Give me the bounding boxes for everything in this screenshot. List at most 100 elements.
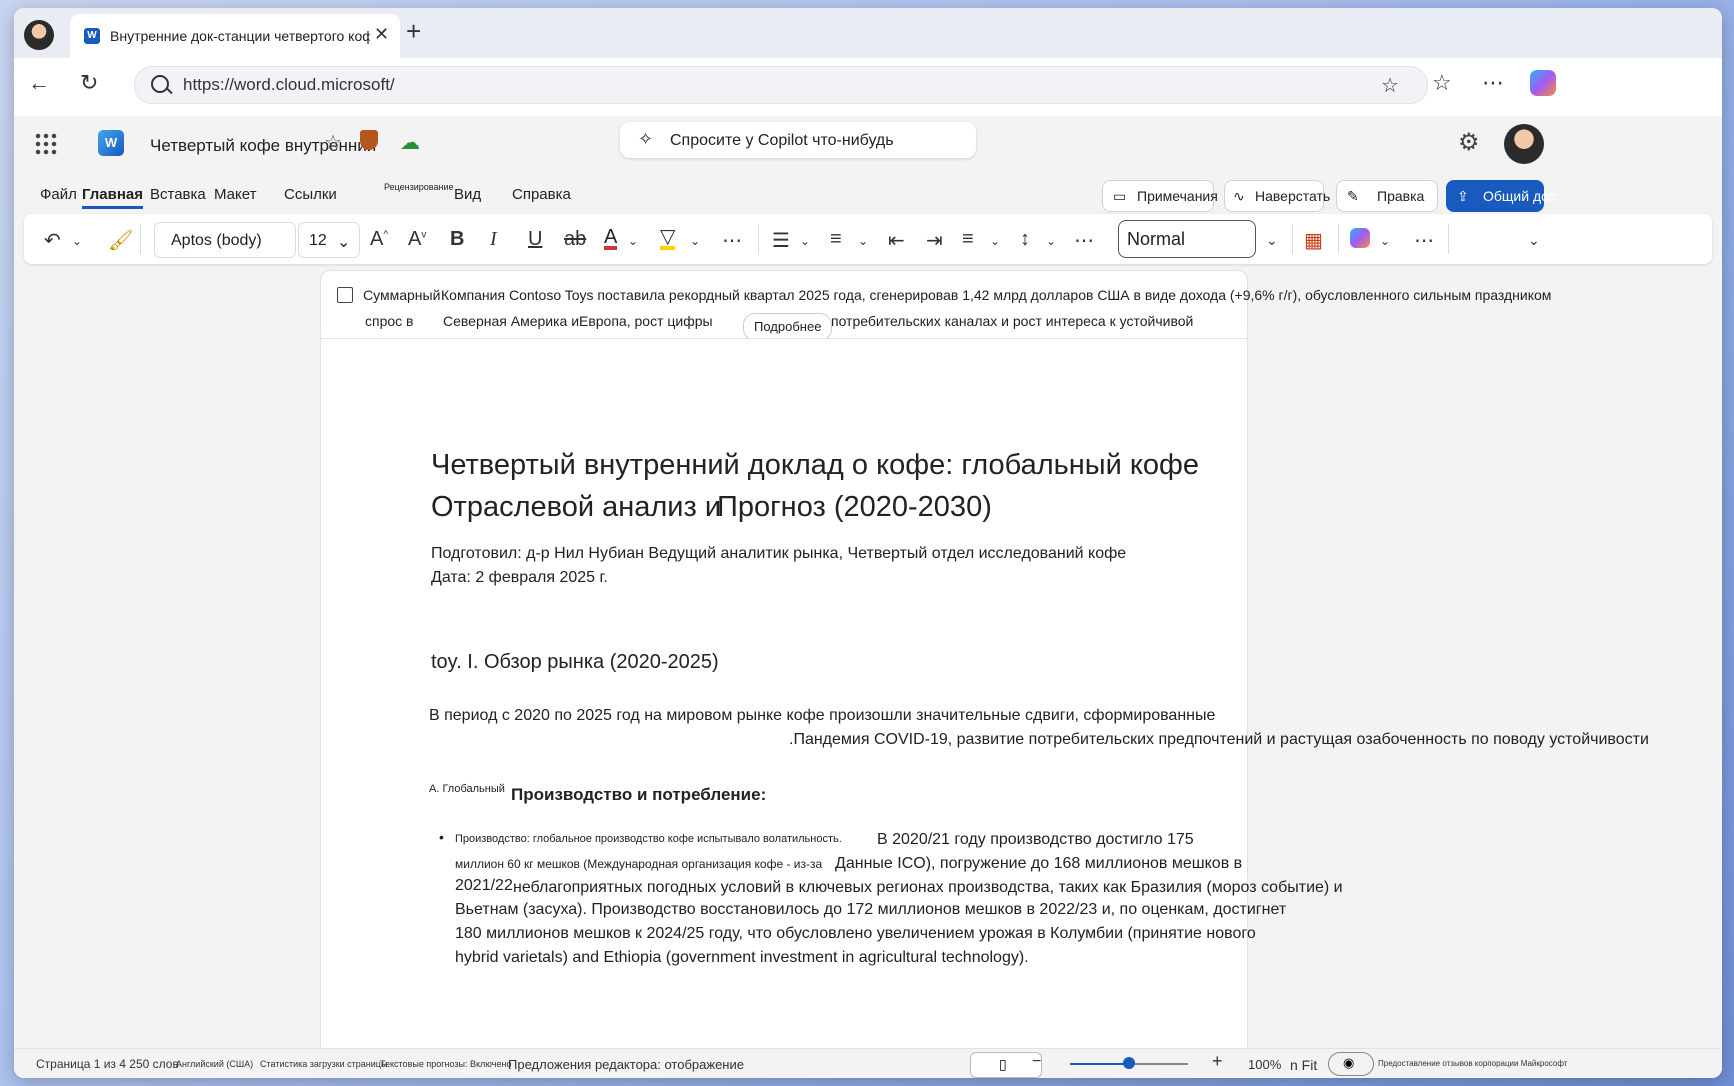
bullet-1f: неблагоприятных погодных условий в ключе… [513,879,1343,896]
status-bar: Страница 1 из 4 250 слов Английский (США… [14,1048,1722,1078]
profile-avatar[interactable] [24,20,54,50]
sensitivity-shield-icon[interactable] [360,130,378,150]
highlight-icon[interactable]: ▽ [660,227,676,250]
chevron-down-icon[interactable]: ⌄ [990,234,1000,248]
editing-button[interactable]: ✎ Правка [1336,180,1438,212]
gear-icon[interactable]: ⚙ [1458,128,1480,157]
bold-icon[interactable]: B [450,228,464,251]
tab-view[interactable]: Вид [454,186,481,203]
underline-icon[interactable]: U [528,228,542,251]
cloud-saved-icon[interactable]: ☁ [400,130,420,155]
more-ribbon-icon[interactable]: ⋯ [1414,228,1434,253]
chevron-down-icon[interactable]: ⌄ [1380,234,1390,248]
chevron-down-icon[interactable]: ⌄ [628,234,638,248]
page-icon: ▯ [999,1056,1007,1072]
favorite-add-icon[interactable]: ☆ [1381,73,1399,98]
summary-icon [337,287,353,303]
copilot-search[interactable]: ✧ Спросите у Copilot что-нибудь [620,122,976,158]
language[interactable]: Английский (США) [176,1059,253,1069]
load-stats[interactable]: Статистика загрузки страницы [260,1059,387,1069]
increase-indent-icon[interactable]: ⇥ [926,228,943,253]
catchup-label: Наверстать [1255,188,1331,204]
eye-icon: ◉ [1343,1055,1355,1070]
font-size-box[interactable]: 12 ⌄ [298,222,360,258]
copilot-summary: Суммарный Компания Contoso Toys поставил… [320,270,1551,344]
favorites-icon[interactable]: ☆ [1432,70,1452,96]
focus-view-button[interactable]: ◉ [1328,1052,1374,1076]
align-icon[interactable]: ≡ [962,228,974,251]
styles-pane-icon[interactable]: ▦ [1304,228,1323,253]
tab-references[interactable]: Ссылки [284,186,337,203]
separator [1338,224,1339,254]
account-avatar[interactable] [1504,124,1544,164]
tab-file[interactable]: Файл [40,186,77,203]
heading-1: toy. I. Обзор рынка (2020-2025) [431,651,719,673]
shrink-font-icon[interactable]: Av [408,228,426,251]
grow-font-icon[interactable]: A^ [370,228,388,251]
zoom-slider-knob[interactable] [1123,1057,1135,1069]
numbering-icon[interactable]: ≡ [830,228,842,251]
chevron-down-icon: ⌄ [337,234,351,251]
tab-review[interactable]: Рецензирование [384,182,454,192]
pencil-icon: ✎ [1347,188,1359,204]
chevron-down-icon[interactable]: ⌄ [858,234,868,248]
zoom-out-button[interactable]: − [1032,1053,1041,1071]
feedback-link[interactable]: Предоставление отзывов корпорации Майкро… [1378,1059,1567,1068]
text-predictions[interactable]: Текстовые прогнозы: Включено [380,1059,511,1069]
chevron-down-icon[interactable]: ⌄ [1046,234,1056,248]
app-launcher-icon[interactable] [34,132,58,156]
italic-icon[interactable]: I [490,228,497,251]
more-paragraph-icon[interactable]: ⋯ [1074,228,1094,253]
tab-help[interactable]: Справка [512,186,571,203]
fit-button[interactable]: n Fit [1290,1057,1317,1073]
bullet-1c: миллион 60 кг мешков (Международная орга… [455,857,823,871]
page-count[interactable]: Страница 1 из 4 250 слов [36,1057,179,1071]
bullet-1h: 180 миллионов мешков к 2024/25 году, что… [455,925,1256,942]
summary-line1: Компания Contoso Toys поставила рекордны… [441,287,1552,303]
zoom-in-button[interactable]: + [1212,1051,1223,1072]
line-spacing-icon[interactable]: ↕ [1020,228,1030,251]
more-font-icon[interactable]: ⋯ [722,228,742,253]
share-button[interactable]: ⇪ Общий дос [1446,180,1556,212]
refresh-button[interactable]: ↻ [80,70,98,96]
address-bar[interactable]: https://word.cloud.microsoft/ ☆ [134,66,1428,104]
catchup-button[interactable]: ∿ Наверстать [1224,180,1330,212]
bullet-1d: Данные ICO), погружение до 168 миллионов… [835,855,1243,872]
doc-title-line2a: Отраслевой анализ и [431,491,722,523]
zoom-slider[interactable] [1070,1057,1188,1069]
zoom-level[interactable]: 100% [1248,1057,1281,1072]
editing-label: Правка [1377,188,1425,204]
copilot-icon[interactable] [1350,228,1370,248]
editor-suggestions[interactable]: Предложения редактора: отображение [508,1057,744,1072]
strikethrough-icon[interactable]: ab [564,228,586,251]
new-tab-button[interactable]: + [406,16,421,47]
copilot-placeholder: Спросите у Copilot что-нибудь [670,132,894,149]
document-page[interactable]: Четвертый внутренний доклад о кофе: глоб… [320,338,1649,1060]
document-title[interactable]: Четвертый кофе внутренний [150,136,376,156]
undo-dropdown-icon[interactable]: ⌄ [72,234,82,248]
comments-button[interactable]: ▭ Примечания [1102,180,1218,212]
close-icon[interactable]: ✕ [374,24,389,45]
more-button[interactable]: Подробнее [743,313,833,341]
font-color-icon[interactable]: A [604,227,618,250]
undo-icon[interactable]: ↶ [44,228,61,253]
font-name-box[interactable]: Aptos (body) [154,222,296,258]
format-painter-icon[interactable]: 🖌 [108,228,133,253]
more-icon[interactable]: ⋯ [1482,70,1504,96]
copilot-icon[interactable] [1530,70,1556,96]
back-button[interactable]: ← [28,70,50,96]
chevron-down-icon[interactable]: ⌄ [800,234,810,248]
star-icon[interactable]: ☆ [324,130,342,155]
expand-ribbon-icon[interactable]: ⌄ [1528,232,1540,249]
word-logo[interactable]: W [98,130,124,156]
browser-tab[interactable]: W Внутренние док-станции четвертого кофе… [70,14,400,58]
tab-insert[interactable]: Вставка [150,186,206,203]
bullets-icon[interactable]: ☰ [772,228,790,253]
chevron-down-icon[interactable]: ⌄ [690,234,700,248]
style-box[interactable]: Normal [1118,220,1256,258]
decrease-indent-icon[interactable]: ⇤ [888,228,905,253]
tab-home[interactable]: Главная [82,186,144,209]
styles-dropdown-icon[interactable]: ⌄ [1266,232,1278,249]
paragraph-1b: .Пандемия COVID-19, развитие потребитель… [789,731,1649,748]
tab-layout[interactable]: Макет [214,186,256,203]
